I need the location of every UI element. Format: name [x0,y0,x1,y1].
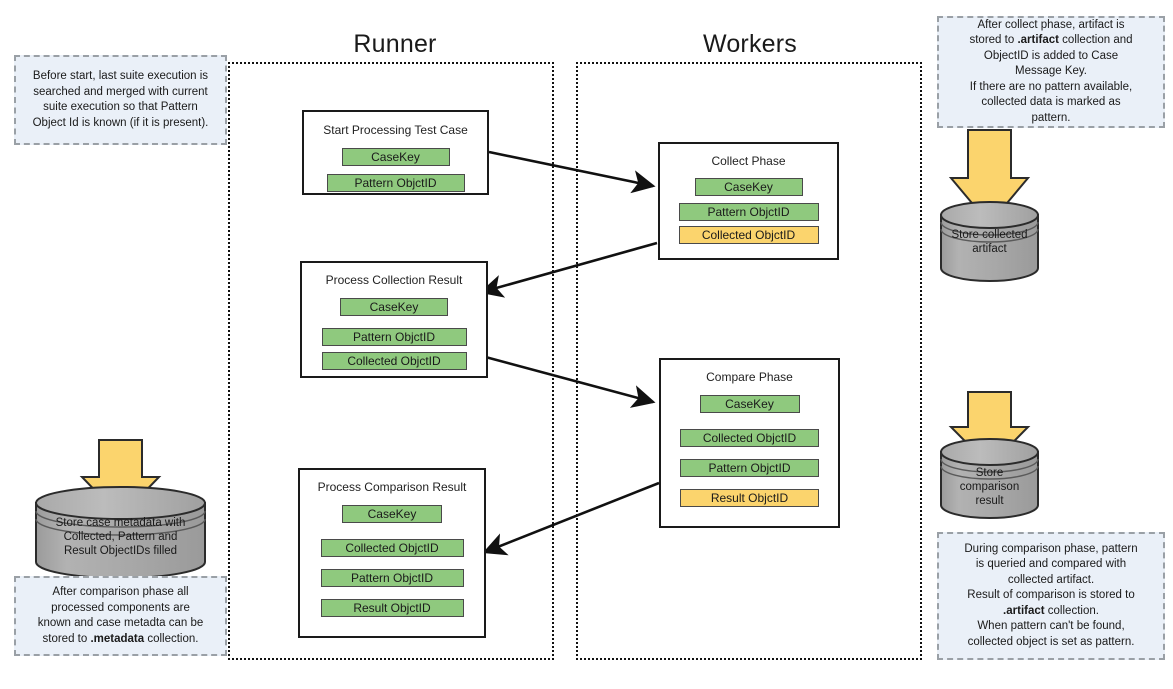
chip-collected-objctid[interactable]: Collected ObjctID [321,352,467,370]
chip-pattern-objctid[interactable]: Pattern ObjctID [678,203,819,221]
box-title: Process Collection Result [325,273,463,287]
diagram-canvas: Runner Workers Start Processing Test Cas… [0,0,1173,689]
datastore-label: Store collected artifact [951,229,1028,255]
chip-collected-objctid[interactable]: Collected ObjctID [680,429,819,447]
box-process-collection-result[interactable]: Process Collection Result CaseKey Patter… [300,261,488,378]
note-text: During comparison phase, pattern is queri… [964,542,1138,648]
box-compare-phase[interactable]: Compare Phase CaseKey Collected ObjctID … [659,358,840,528]
datastore-label: Store comparison result [959,467,1020,507]
note-bottom-right: During comparison phase, pattern is queri… [937,532,1165,660]
chip-casekey[interactable]: CaseKey [694,178,803,196]
chip-pattern-objctid[interactable]: Pattern ObjctID [326,174,465,192]
box-title: Start Processing Test Case [323,123,468,137]
note-top-left: Before start, last suite execution is se… [14,55,227,145]
note-text: After comparison phase all processed comp… [37,586,204,645]
box-title: Process Comparison Result [317,480,467,494]
chip-result-objctid[interactable]: Result ObjctID [320,599,464,617]
box-collect-phase[interactable]: Collect Phase CaseKey Pattern ObjctID Co… [658,142,839,260]
chip-result-objctid[interactable]: Result ObjctID [680,489,819,507]
chip-pattern-objctid[interactable]: Pattern ObjctID [321,328,467,346]
chip-pattern-objctid[interactable]: Pattern ObjctID [320,569,464,587]
chip-pattern-objctid[interactable]: Pattern ObjctID [680,459,819,477]
datastore-label: Store case metadata with Collected, Patt… [55,517,186,557]
chip-casekey[interactable]: CaseKey [342,505,442,523]
note-text: Before start, last suite execution is se… [32,70,209,129]
note-top-right: After collect phase, artifact is stored t… [937,16,1165,128]
chip-casekey[interactable]: CaseKey [340,298,448,316]
note-text: After collect phase, artifact is stored t… [969,18,1133,124]
chip-collected-objctid[interactable]: Collected ObjctID [320,539,464,557]
box-start-processing-test-case[interactable]: Start Processing Test Case CaseKey Patte… [302,110,489,195]
lane-title-workers: Workers [702,30,797,58]
chip-casekey[interactable]: CaseKey [341,148,450,166]
box-process-comparison-result[interactable]: Process Comparison Result CaseKey Collec… [298,468,486,638]
chip-casekey[interactable]: CaseKey [699,395,800,413]
lane-title-runner: Runner [353,30,437,58]
note-bottom-left: After comparison phase all processed comp… [14,576,227,656]
chip-collected-objctid[interactable]: Collected ObjctID [678,226,819,244]
box-title: Collect Phase [711,154,786,168]
box-title: Compare Phase [706,370,793,384]
